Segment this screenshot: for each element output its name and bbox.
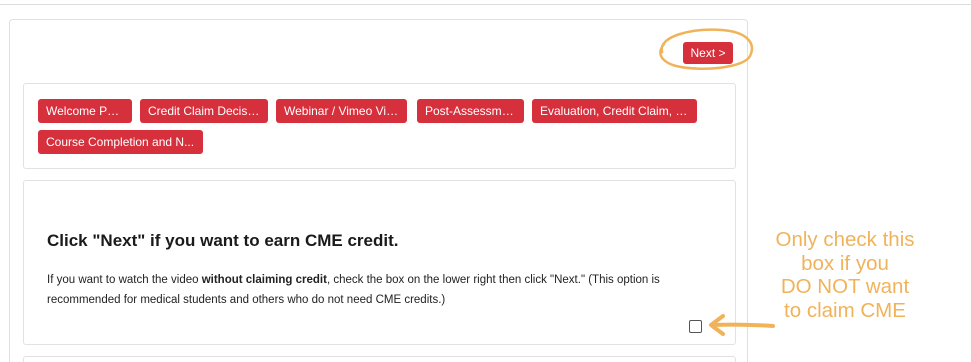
no-credit-checkbox[interactable]	[689, 320, 702, 333]
nav-welcome-page[interactable]: Welcome Page	[38, 99, 132, 123]
nav-post-assessment[interactable]: Post-Assessment	[417, 99, 524, 123]
nav-evaluation-credit-claim[interactable]: Evaluation, Credit Claim, a...	[532, 99, 697, 123]
description-text: If you want to watch the video without c…	[47, 270, 687, 310]
annotation-line: to claim CME	[784, 298, 906, 322]
nav-credit-claim-decision[interactable]: Credit Claim Decision	[140, 99, 268, 123]
nav-webinar-video[interactable]: Webinar / Vimeo Video	[276, 99, 407, 123]
lower-panel	[23, 356, 736, 362]
description-bold: without claiming credit	[201, 274, 327, 286]
next-button[interactable]: Next >	[683, 42, 733, 64]
annotation-line: DO NOT want	[780, 275, 910, 298]
page-nav: Welcome Page Credit Claim Decision Webin…	[23, 83, 736, 169]
nav-course-completion[interactable]: Course Completion and N...	[38, 130, 203, 154]
top-divider	[0, 4, 971, 5]
content-panel: Click "Next" if you want to earn CME cre…	[23, 180, 736, 345]
description-prefix: If you want to watch the video	[47, 274, 202, 286]
annotation-note: Only check this box if you DO NOT want t…	[760, 228, 930, 322]
page-heading: Click "Next" if you want to earn CME cre…	[47, 231, 399, 250]
annotation-line: box if you	[801, 251, 889, 275]
annotation-line: Only check this	[775, 228, 915, 251]
